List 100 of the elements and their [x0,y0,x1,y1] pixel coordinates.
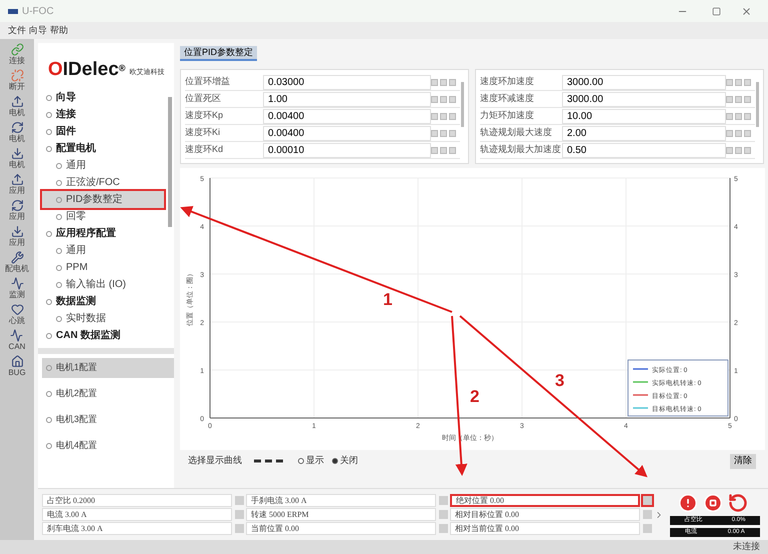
parameter-input[interactable]: 1.00 [263,92,431,106]
toolbar-label[interactable]: 连接 [9,56,25,66]
upload-icon[interactable] [10,173,24,186]
toolbar-label[interactable]: BUG [8,368,26,378]
broken-link-icon[interactable] [10,69,24,82]
link-icon[interactable] [10,43,24,56]
status-field[interactable]: 相对当前位置 0.00 [450,522,640,535]
tree-item[interactable]: 通用 [42,242,164,259]
tree-item[interactable]: 向导 [42,89,164,106]
motor-item[interactable]: 电机2配置 [42,384,174,404]
scrollbar[interactable] [168,97,172,227]
status-field[interactable]: 当前位置 0.00 [246,522,436,535]
download-icon[interactable] [10,147,24,160]
tree-item[interactable]: 配置电机 [42,140,164,157]
circle-icon [46,128,52,134]
parameter-input[interactable]: 10.00 [562,108,726,124]
radio-option[interactable]: 显示 [298,454,324,468]
radio-icon[interactable] [298,458,304,464]
status-field[interactable]: 手刹电流 3.00 A [246,494,436,507]
parameter-input[interactable]: 3000.00 [562,92,726,106]
tree-item[interactable]: 应用程序配置 [42,225,164,242]
scrollbar[interactable] [461,82,464,127]
circle-icon [56,214,62,220]
toolbar-label[interactable]: 心跳 [9,316,25,326]
status-field[interactable]: 绝对位置 0.00 [450,494,640,507]
reset-icon[interactable] [728,492,748,512]
toolbar-label[interactable]: 应用 [9,238,25,248]
circle-icon [46,146,52,152]
toolbar-label[interactable]: 电机 [9,160,25,170]
circle-icon [56,316,62,322]
toolbar-label[interactable]: 断开 [9,82,25,92]
clear-button[interactable]: 清除 [730,454,756,468]
heart-icon[interactable] [10,303,24,316]
parameter-name: 速度环Kd [185,143,224,156]
tree-item[interactable]: 通用 [42,157,164,174]
tree-item[interactable]: 正弦波/FOC [42,174,164,191]
upload-icon[interactable] [10,95,24,108]
download-icon[interactable] [10,225,24,238]
stop-icon[interactable] [703,492,723,512]
motor-item[interactable]: 电机1配置 [42,358,174,378]
home-icon[interactable] [10,355,24,368]
pulse-icon[interactable] [10,277,24,290]
parameter-input[interactable]: 0.00400 [263,108,431,124]
circle-icon [46,365,52,371]
menu-item[interactable]: 帮助 [50,24,68,38]
alert-icon[interactable] [678,492,698,512]
circle-icon [56,282,62,288]
tree-item[interactable]: 连接 [42,106,164,123]
parameter-name: 位置环增益 [185,75,231,88]
tree-item[interactable]: PID参数整定 [42,191,164,208]
tree-item[interactable]: 实时数据 [42,310,164,327]
radio-option[interactable]: 关闭 [332,454,358,468]
parameter-input[interactable]: 2.00 [562,126,726,140]
circle-icon [46,417,52,423]
circle-icon [46,94,52,100]
sync-icon[interactable] [10,199,24,212]
toolbar-label[interactable]: 电机 [9,134,25,144]
annotation-number: 2 [470,386,480,408]
circle-icon [46,230,52,236]
parameter-input[interactable]: 3000.00 [562,74,726,90]
tree-item[interactable]: 输入输出 (IO) [42,276,164,293]
tree-item[interactable]: CAN 数据监测 [42,327,164,344]
tree-item[interactable]: PPM [42,259,164,276]
toolbar-label[interactable]: 监测 [9,290,25,300]
parameter-name: 力矩环加速度 [480,109,535,122]
motor-item[interactable]: 电机4配置 [42,436,174,456]
status-field[interactable]: 转速 5000 ERPM [246,508,436,521]
parameter-input[interactable]: 0.00400 [263,126,431,140]
circle-icon [56,162,62,168]
maximize-icon[interactable] [712,6,721,16]
parameter-input[interactable]: 0.03000 [263,74,431,90]
pulse-icon[interactable] [10,329,24,342]
wrench-icon[interactable] [10,251,24,264]
status-field[interactable]: 相对目标位置 0.00 [450,508,640,521]
circle-icon [46,298,52,304]
circle-icon [56,264,62,270]
scrollbar[interactable] [756,82,759,127]
toolbar-label[interactable]: 应用 [9,212,25,222]
status-field[interactable]: 占空比 0.2000 [42,494,232,507]
parameter-input[interactable]: 0.00010 [263,142,431,158]
toolbar-label[interactable]: 配电机 [5,264,29,274]
status-text: 未连接 [733,540,760,554]
motor-item[interactable]: 电机3配置 [42,410,174,430]
parameter-input[interactable]: 0.50 [562,142,726,158]
tree-item[interactable]: 回零 [42,208,164,225]
tree-item[interactable]: 固件 [42,123,164,140]
sync-icon[interactable] [10,121,24,134]
toolbar-label[interactable]: CAN [8,342,26,352]
tree-item[interactable]: 数据监测 [42,293,164,310]
menu-item[interactable]: 向导 [29,24,47,38]
toolbar-label[interactable]: 应用 [9,186,25,196]
parameter-name: 速度环Kp [185,109,224,122]
close-icon[interactable] [741,6,752,16]
toolbar-label[interactable]: 电机 [9,108,25,118]
menu-item[interactable]: 文件 [8,24,26,38]
circle-icon [46,391,52,397]
status-field[interactable]: 电流 3.00 A [42,508,232,521]
tab[interactable]: 位置PID参数整定 [180,46,258,61]
status-field[interactable]: 刹车电流 3.00 A [42,522,232,535]
radio-icon[interactable] [332,458,338,464]
